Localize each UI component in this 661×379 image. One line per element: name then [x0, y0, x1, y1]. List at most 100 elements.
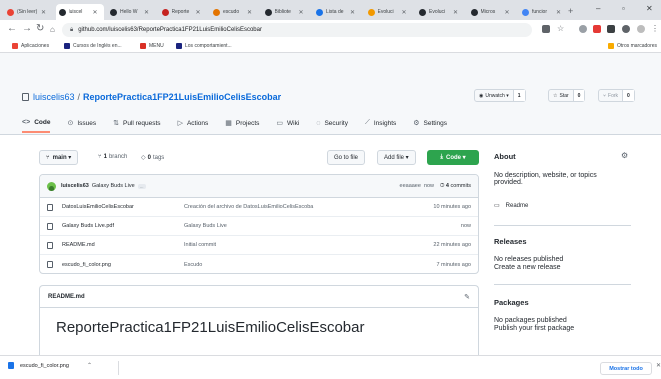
bookmark-item[interactable]: Aplicaciones: [12, 43, 49, 49]
commit-message-link[interactable]: Escudo: [184, 262, 436, 268]
bookmark-item[interactable]: Los comportamient...: [176, 43, 232, 49]
nav-label: Issues: [77, 119, 97, 127]
repo-owner-link[interactable]: luiscelis63: [33, 92, 75, 102]
browser-tab[interactable]: Evoluci ✕: [416, 4, 465, 20]
close-tab-icon[interactable]: ✕: [93, 9, 98, 16]
tab-projects[interactable]: ▦ Projects: [225, 117, 259, 133]
tab-security[interactable]: ◌ Security: [316, 117, 348, 133]
file-name-link[interactable]: Galaxy Buds Live.pdf: [62, 223, 184, 229]
tags-link[interactable]: ◇ 0 tags: [141, 154, 164, 162]
browser-tab[interactable]: Reporte ✕: [159, 4, 208, 20]
add-file-button[interactable]: Add file ▾: [377, 150, 416, 165]
expand-commit-button[interactable]: …: [137, 183, 146, 189]
tab-label: luiscel: [68, 9, 83, 15]
file-name-link[interactable]: escudo_fi_color.png: [62, 262, 184, 268]
home-icon[interactable]: ⌂: [50, 25, 55, 34]
download-item[interactable]: escudo_fi_color.png ⌃: [8, 362, 92, 369]
puzzle-icon[interactable]: [607, 25, 615, 33]
commit-author[interactable]: luiscelis63: [61, 183, 89, 189]
branch-select[interactable]: ⑂ main ▾: [39, 150, 79, 165]
browser-tab[interactable]: luiscel ✕: [55, 4, 104, 20]
code-button[interactable]: ⤓ Code ▾: [427, 150, 479, 165]
file-icon: [47, 203, 53, 211]
close-tab-icon[interactable]: ✕: [556, 9, 561, 16]
address-bar[interactable]: 🔒︎ github.com/luiscelis63/ReportePractic…: [62, 23, 532, 37]
maximize-icon[interactable]: ▫: [622, 4, 625, 13]
tab-label: (Sin leer): [17, 9, 38, 15]
releases-text: No releases published: [494, 256, 564, 263]
extension-icon[interactable]: [579, 25, 587, 33]
close-tab-icon[interactable]: ✕: [196, 9, 201, 16]
browser-tab[interactable]: escudo ✕: [210, 4, 259, 20]
show-all-button[interactable]: Mostrar todo: [600, 362, 652, 375]
close-window-icon[interactable]: ✕: [646, 4, 653, 13]
browser-tab[interactable]: Hello W ✕: [107, 4, 156, 20]
browser-tab[interactable]: Bibliote ✕: [262, 4, 311, 20]
close-tab-icon[interactable]: ✕: [453, 9, 458, 16]
forward-icon[interactable]: →: [22, 23, 32, 34]
minimize-icon[interactable]: –: [596, 4, 600, 13]
browser-tab[interactable]: funcior ✕: [519, 4, 568, 20]
close-icon[interactable]: ✕: [656, 362, 661, 369]
create-release-link[interactable]: Create a new release: [494, 264, 561, 271]
commit-hash[interactable]: eeaaaee: [400, 183, 421, 189]
new-tab-button[interactable]: +: [568, 6, 573, 16]
browser-tab-bar: (Sin leer) ✕ luiscel ✕ Hello W ✕ Reporte ✕ escud…: [0, 0, 661, 20]
avatar[interactable]: [637, 25, 645, 33]
bookmark-item[interactable]: MENU: [140, 43, 164, 49]
close-tab-icon[interactable]: ✕: [402, 9, 407, 16]
commit-message-link[interactable]: Galaxy Buds Live: [184, 223, 461, 229]
star-count[interactable]: 0: [572, 90, 585, 101]
browser-tab[interactable]: Evoluci ✕: [365, 4, 414, 20]
back-icon[interactable]: ←: [7, 23, 17, 34]
tab-actions[interactable]: ▷ Actions: [178, 117, 209, 133]
close-tab-icon[interactable]: ✕: [505, 9, 510, 16]
unwatch-button[interactable]: ◉ Unwatch ▾ 1: [474, 89, 526, 102]
nav-label: Projects: [235, 119, 260, 127]
fork-count[interactable]: 0: [622, 90, 634, 101]
reading-list-icon[interactable]: [622, 25, 630, 33]
commit-message-link[interactable]: Creación del archivo de DatosLuisEmilioC…: [184, 204, 433, 210]
tab-pull-requests[interactable]: ⇅ Pull requests: [113, 117, 160, 133]
tab-settings[interactable]: ⚙ Settings: [413, 117, 447, 133]
fork-button[interactable]: ⑂ Fork 0: [598, 89, 635, 102]
releases-title: Releases: [494, 237, 527, 246]
browser-tab[interactable]: Lista de ✕: [313, 4, 362, 20]
browser-tab[interactable]: (Sin leer) ✕: [4, 4, 53, 20]
edit-pencil-icon[interactable]: ✎: [464, 293, 470, 301]
close-tab-icon[interactable]: ✕: [247, 9, 252, 16]
other-bookmarks[interactable]: Otros marcadores: [608, 43, 657, 49]
file-icon: [47, 241, 53, 249]
commits-link[interactable]: 🕓︎ 4 commits: [440, 183, 471, 190]
tab-insights[interactable]: ⟋ Insights: [365, 117, 396, 133]
bookmark-item[interactable]: Cursos de Inglés en...: [64, 43, 122, 49]
file-name-link[interactable]: DatosLuisEmilioCelisEscobar: [62, 204, 184, 210]
avatar[interactable]: [47, 181, 56, 191]
readme-link[interactable]: ▭ Readme: [494, 202, 528, 210]
close-tab-icon[interactable]: ✕: [299, 9, 304, 16]
reload-icon[interactable]: ↻: [36, 23, 44, 34]
tab-wiki[interactable]: ▭ Wiki: [276, 117, 299, 133]
gear-icon[interactable]: ⚙: [621, 151, 628, 160]
browser-tab[interactable]: Micros ✕: [468, 4, 517, 20]
watch-count[interactable]: 1: [512, 90, 525, 101]
commit-time: now: [423, 183, 435, 189]
extension-icon[interactable]: [593, 25, 601, 33]
close-tab-icon[interactable]: ✕: [144, 9, 149, 16]
file-name-link[interactable]: README.md: [62, 242, 184, 248]
commit-message[interactable]: Galaxy Buds Live: [92, 183, 135, 189]
publish-package-link[interactable]: Publish your first package: [494, 325, 574, 332]
go-to-file-button[interactable]: Go to file: [327, 150, 366, 165]
tab-code[interactable]: <> Code: [22, 117, 51, 133]
chevron-up-icon[interactable]: ⌃: [87, 362, 92, 369]
menu-dots-icon[interactable]: ⋮: [651, 24, 659, 33]
branches-link[interactable]: ⑂ 1 branch: [98, 154, 127, 160]
repo-name-link[interactable]: ReportePractica1FP21LuisEmilioCelisEscob…: [83, 92, 281, 102]
commit-message-link[interactable]: Initial commit: [184, 242, 433, 248]
close-tab-icon[interactable]: ✕: [41, 9, 46, 16]
tab-issues[interactable]: ⊙ Issues: [67, 117, 96, 133]
translate-icon[interactable]: [542, 25, 550, 33]
star-bookmark-icon[interactable]: ☆: [557, 24, 564, 33]
close-tab-icon[interactable]: ✕: [350, 9, 355, 16]
star-button[interactable]: ☆ Star 0: [548, 89, 586, 102]
